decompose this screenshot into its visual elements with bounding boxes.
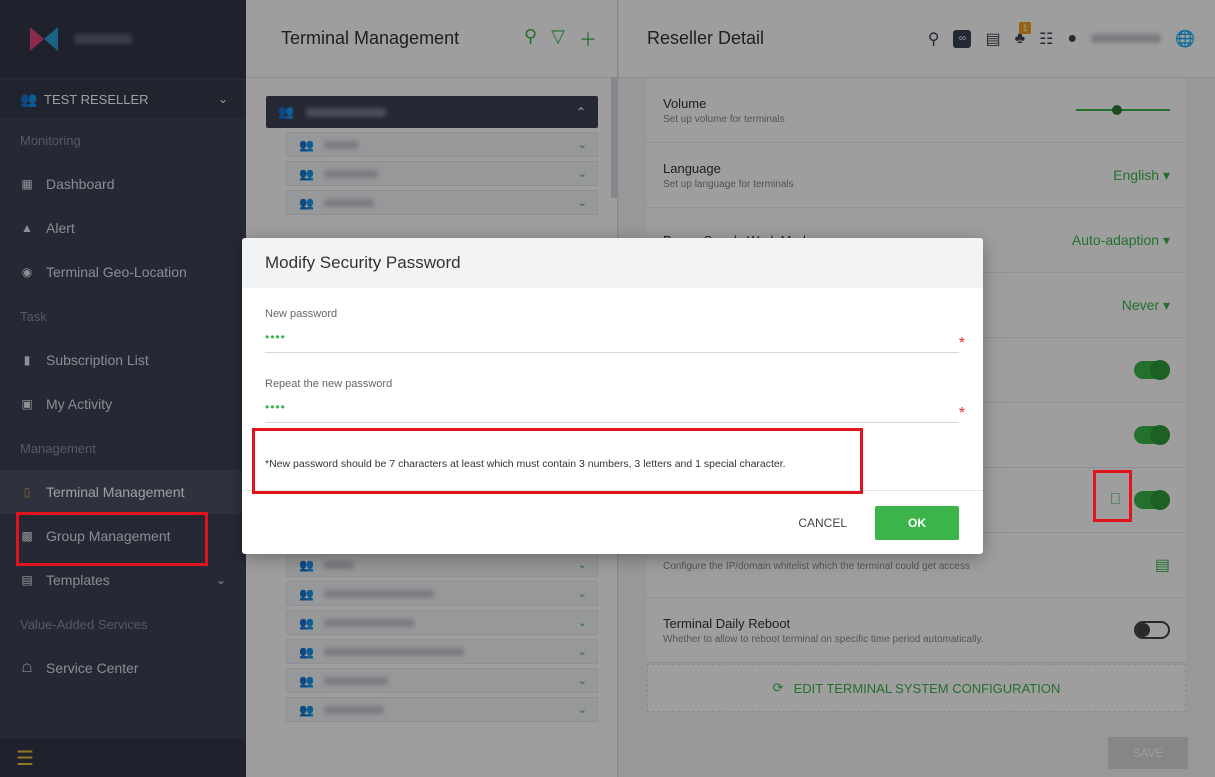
hint-highlight-box [252,428,863,494]
ok-button[interactable]: OK [875,505,959,540]
field-label: New password [265,308,338,320]
new-password-input[interactable]: •••• [265,330,959,344]
modify-password-dialog: Modify Security Password New password ••… [242,238,983,554]
field-label: Repeat the new password [265,378,393,390]
field-underline [265,352,959,353]
edit-password-highlight-box [1093,470,1132,522]
cancel-button[interactable]: CANCEL [798,516,847,530]
repeat-password-input[interactable]: •••• [265,400,959,414]
required-mark: * [958,335,965,352]
required-mark: * [958,405,965,422]
dialog-title: Modify Security Password [242,238,983,288]
terminal-management-highlight-box [16,512,208,566]
field-underline [265,422,959,423]
dialog-footer: CANCEL OK [242,490,983,554]
new-password-field[interactable]: New password •••• * [265,308,965,353]
repeat-password-field[interactable]: Repeat the new password •••• * [265,378,965,423]
